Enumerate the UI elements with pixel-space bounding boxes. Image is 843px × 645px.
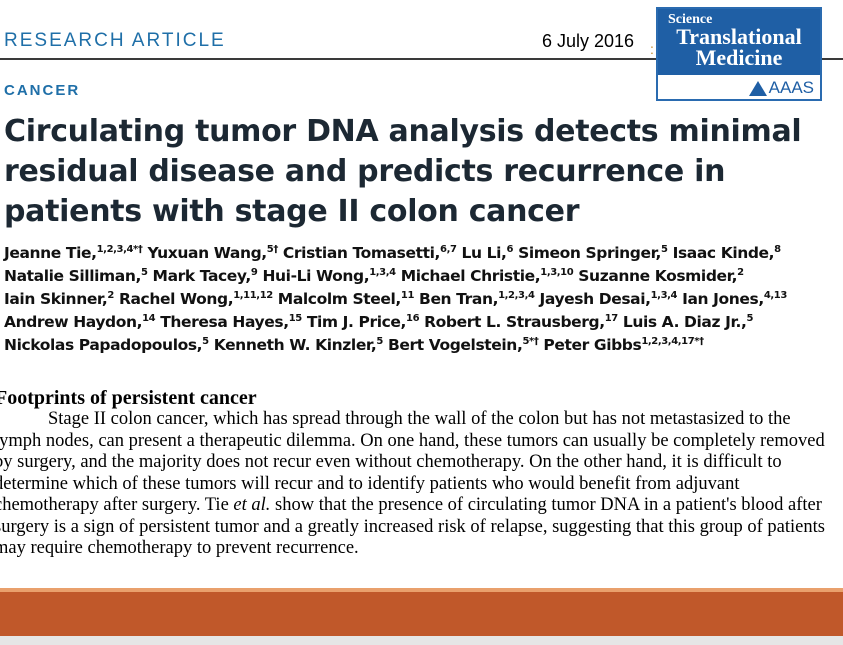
author-name: Isaac Kinde, bbox=[667, 244, 775, 262]
author-affiliation: 1,3,4 bbox=[369, 267, 396, 278]
logo-banner: Science Translational Medicine bbox=[658, 9, 820, 75]
author-line: Natalie Silliman,5 Mark Tacey,9 Hui-Li W… bbox=[4, 265, 839, 288]
author-list: Jeanne Tie,1,2,3,4*† Yuxuan Wang,5† Cris… bbox=[4, 242, 839, 357]
publisher-mark: AAAS bbox=[748, 78, 814, 98]
author-name: Iain Skinner, bbox=[4, 290, 108, 308]
author-name: Jayesh Desai, bbox=[534, 290, 652, 308]
author-name: Cristian Tomasetti, bbox=[277, 244, 441, 262]
author-affiliation: 1,2,3,4,17 bbox=[641, 336, 695, 347]
author-name: Peter Gibbs bbox=[538, 336, 642, 354]
author-line: Nickolas Papadopoulos,5 Kenneth W. Kinzl… bbox=[4, 334, 839, 357]
author-mark: *† bbox=[694, 336, 704, 347]
author-name: Suzanne Kosmider, bbox=[573, 267, 738, 285]
author-affiliation: 1,2,3,4 bbox=[96, 244, 134, 255]
author-name: Tim J. Price, bbox=[301, 313, 407, 331]
author-affiliation: 15 bbox=[288, 313, 303, 324]
author-name: Luis A. Diaz Jr., bbox=[617, 313, 747, 331]
author-name: Ian Jones, bbox=[677, 290, 764, 308]
author-name: Jeanne Tie, bbox=[4, 244, 97, 262]
author-affiliation: 11 bbox=[400, 290, 415, 301]
footer-strip bbox=[0, 636, 843, 645]
author-affiliation: 17 bbox=[604, 313, 619, 324]
author-name: Michael Christie, bbox=[395, 267, 541, 285]
author-name: Yuxuan Wang, bbox=[142, 244, 267, 262]
journal-logo: Science Translational Medicine AAAS bbox=[656, 7, 822, 101]
author-affiliation: 1,2,3,4 bbox=[498, 290, 535, 301]
author-line: Andrew Haydon,14 Theresa Hayes,15 Tim J.… bbox=[4, 311, 839, 334]
section-label: CANCER bbox=[4, 82, 81, 99]
author-name: Natalie Silliman, bbox=[4, 267, 141, 285]
article-type-label: RESEARCH ARTICLE bbox=[4, 30, 226, 51]
author-name: Bert Vogelstein, bbox=[382, 336, 523, 354]
publisher-name: AAAS bbox=[768, 78, 814, 97]
author-name: Andrew Haydon, bbox=[4, 313, 143, 331]
author-name: Malcolm Steel, bbox=[272, 290, 402, 308]
article-title: Circulating tumor DNA analysis detects m… bbox=[4, 114, 802, 229]
author-name: Robert L. Strausberg, bbox=[419, 313, 605, 331]
author-name: Rachel Wong, bbox=[113, 290, 234, 308]
author-affiliation: 1,3,4 bbox=[650, 290, 678, 301]
author-affiliation: 1,3,10 bbox=[540, 267, 574, 278]
author-name: Hui-Li Wong, bbox=[257, 267, 370, 285]
author-line: Jeanne Tie,1,2,3,4*† Yuxuan Wang,5† Cris… bbox=[4, 242, 839, 265]
author-affiliation: 4,13 bbox=[763, 290, 787, 301]
author-affiliation: 8 bbox=[774, 244, 781, 255]
author-affiliation: 14 bbox=[142, 313, 156, 324]
author-affiliation: 16 bbox=[406, 313, 420, 324]
author-name: Nickolas Papadopoulos, bbox=[4, 336, 203, 354]
author-name: Kenneth W. Kinzler, bbox=[208, 336, 377, 354]
author-affiliation: 1,11,12 bbox=[233, 290, 273, 301]
author-line: Iain Skinner,2 Rachel Wong,1,11,12 Malco… bbox=[4, 288, 839, 311]
author-affiliation: 6,7 bbox=[440, 244, 457, 255]
footer-band bbox=[0, 592, 843, 636]
publication-date: 6 July 2016 bbox=[542, 31, 635, 51]
author-name: Simeon Springer, bbox=[513, 244, 662, 262]
author-affiliation: 5*† bbox=[522, 336, 539, 347]
decorative-dots: : bbox=[650, 41, 654, 57]
author-name: Ben Tran, bbox=[414, 290, 499, 308]
author-affiliation: 2 bbox=[737, 267, 744, 278]
summary-heading: Footprints of persistent cancer bbox=[0, 387, 257, 409]
aaas-triangle-icon bbox=[748, 80, 767, 96]
author-affiliation: 5† bbox=[266, 244, 279, 255]
summary-text-italic: et al. bbox=[233, 495, 271, 515]
summary-paragraph: Stage II colon cancer, which has spread … bbox=[0, 409, 834, 560]
author-affiliation: 5 bbox=[746, 313, 754, 324]
author-name: Lu Li, bbox=[456, 244, 507, 262]
logo-title-line2: Medicine bbox=[695, 45, 783, 70]
author-name: Mark Tacey, bbox=[147, 267, 252, 285]
author-name: Theresa Hayes, bbox=[155, 313, 289, 331]
